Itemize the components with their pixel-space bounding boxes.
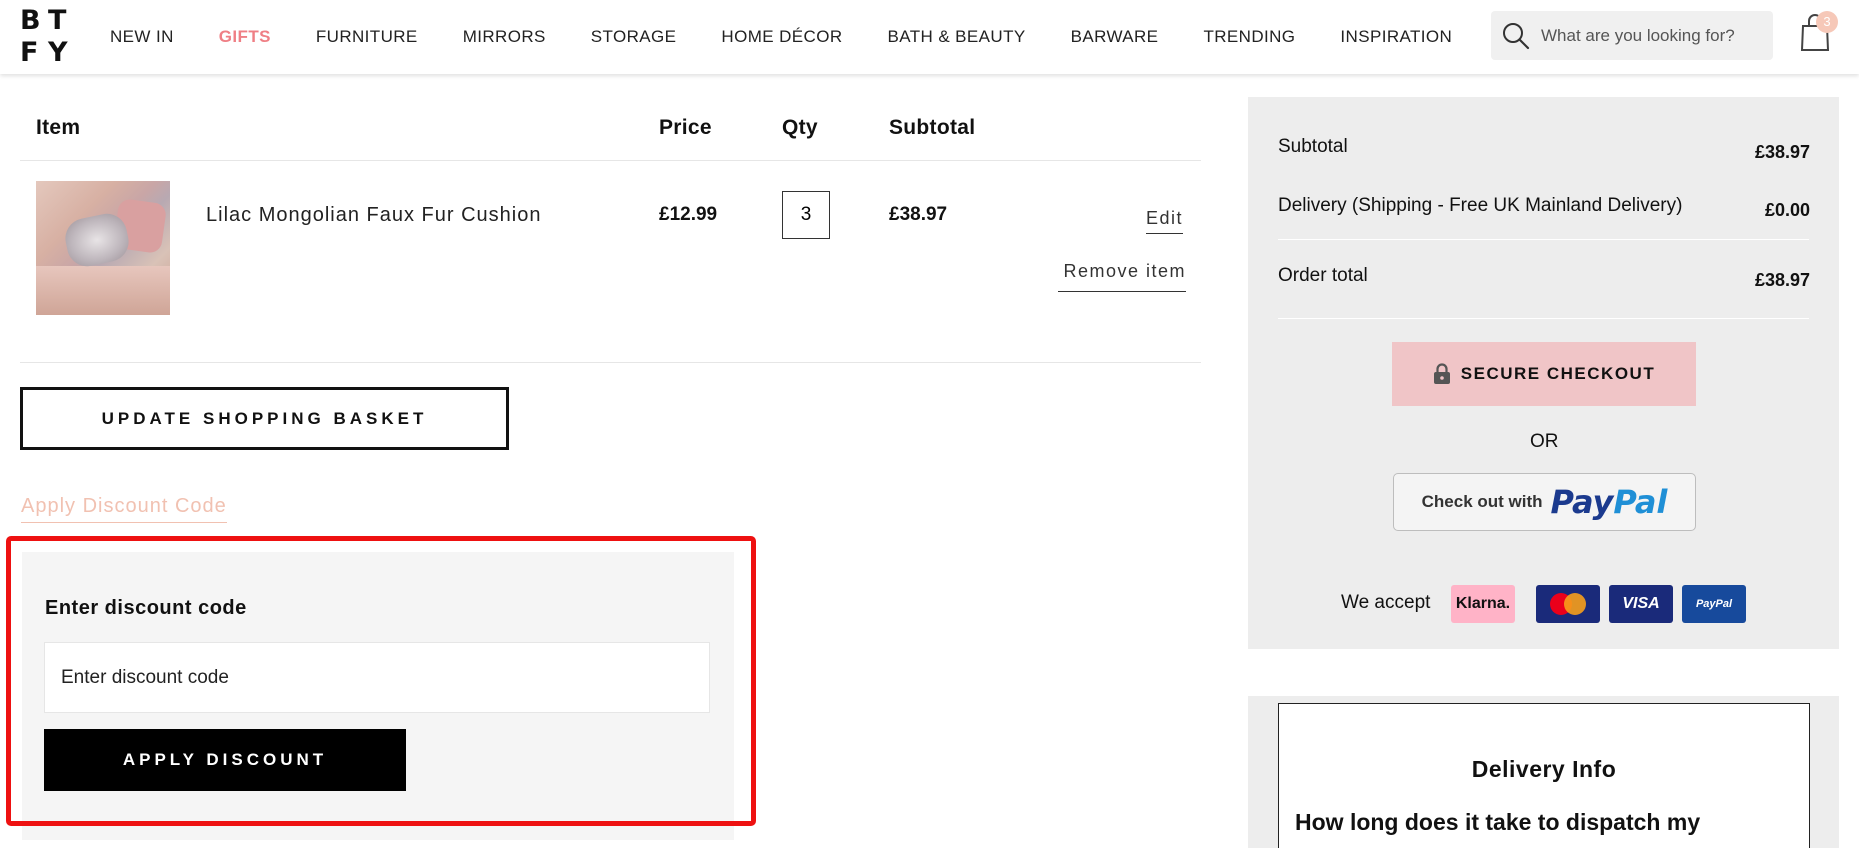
apply-discount-toggle[interactable]: Apply Discount Code xyxy=(21,495,227,523)
logo-letter: T xyxy=(48,5,67,36)
summary-delivery-label: Delivery (Shipping - Free UK Mainland De… xyxy=(1278,195,1683,216)
we-accept-label: We accept xyxy=(1341,592,1431,613)
secure-checkout-label: SECURE CHECKOUT xyxy=(1460,364,1656,383)
nav-item-gifts[interactable]: GIFTS xyxy=(219,27,271,47)
nav-item-bath-beauty[interactable]: BATH & BEAUTY xyxy=(888,27,1026,47)
divider xyxy=(20,160,1201,161)
column-header-item: Item xyxy=(36,116,81,139)
nav-item-storage[interactable]: STORAGE xyxy=(591,27,677,47)
nav-item-furniture[interactable]: FURNITURE xyxy=(316,27,418,47)
divider xyxy=(1278,239,1809,240)
paypal-prefix: Check out with xyxy=(1421,492,1543,511)
nav-item-mirrors[interactable]: MIRRORS xyxy=(463,27,546,47)
delivery-info-title: Delivery Info xyxy=(1471,756,1617,782)
discount-code-input[interactable] xyxy=(44,642,710,713)
edit-item-link[interactable]: Edit xyxy=(1146,208,1184,234)
divider xyxy=(20,362,1201,363)
logo[interactable]: B T F Y xyxy=(20,5,76,69)
update-basket-button[interactable]: UPDATE SHOPPING BASKET xyxy=(20,387,509,450)
logo-letter: B xyxy=(20,5,41,36)
search-bar[interactable] xyxy=(1491,11,1773,60)
delivery-faq-question[interactable]: How long does it take to dispatch my xyxy=(1295,809,1700,836)
summary-subtotal-value: £38.97 xyxy=(1754,142,1810,162)
nav-item-barware[interactable]: BARWARE xyxy=(1071,27,1159,47)
summary-total-label: Order total xyxy=(1278,265,1368,286)
discount-label: Enter discount code xyxy=(45,597,247,619)
visa-icon: VISA xyxy=(1609,585,1673,623)
summary-total-value: £38.97 xyxy=(1754,270,1810,290)
nav-item-inspiration[interactable]: INSPIRATION xyxy=(1340,27,1452,47)
or-separator: OR xyxy=(1530,431,1559,452)
row-subtotal: £38.97 xyxy=(889,204,948,225)
summary-subtotal-label: Subtotal xyxy=(1278,136,1348,157)
lock-icon xyxy=(1433,363,1450,384)
column-header-qty: Qty xyxy=(782,116,818,139)
paypal-logo: PayPal xyxy=(1550,483,1668,521)
main-nav: NEW IN GIFTS FURNITURE MIRRORS STORAGE H… xyxy=(110,0,1497,74)
nav-item-home-decor[interactable]: HOME DÉCOR xyxy=(721,27,842,47)
secure-checkout-button[interactable]: SECURE CHECKOUT xyxy=(1392,342,1696,406)
nav-item-new-in[interactable]: NEW IN xyxy=(110,27,174,47)
nav-item-trending[interactable]: TRENDING xyxy=(1203,27,1295,47)
search-input[interactable] xyxy=(1541,25,1761,46)
logo-letter: F xyxy=(20,37,39,68)
remove-item-link[interactable]: Remove item xyxy=(1058,251,1186,292)
search-icon[interactable] xyxy=(1501,21,1531,51)
product-name-link[interactable]: Lilac Mongolian Faux Fur Cushion xyxy=(206,204,542,227)
paypal-icon: PayPal xyxy=(1682,585,1746,623)
cart-count-badge: 3 xyxy=(1816,11,1838,33)
column-header-subtotal: Subtotal xyxy=(889,116,976,139)
mastercard-icon xyxy=(1536,585,1600,623)
apply-discount-button[interactable]: APPLY DISCOUNT xyxy=(44,729,406,791)
divider xyxy=(1278,318,1809,319)
product-price: £12.99 xyxy=(659,204,718,225)
paypal-checkout-button[interactable]: Check out with PayPal xyxy=(1393,473,1696,531)
site-header: B T F Y NEW IN GIFTS FURNITURE MIRRORS S… xyxy=(0,0,1859,74)
product-thumbnail[interactable] xyxy=(36,181,170,315)
quantity-input[interactable] xyxy=(782,191,830,239)
summary-delivery-value: £0.00 xyxy=(1764,200,1810,220)
klarna-icon: Klarna. xyxy=(1451,585,1515,623)
column-header-price: Price xyxy=(659,116,712,139)
logo-letter: Y xyxy=(48,37,68,68)
